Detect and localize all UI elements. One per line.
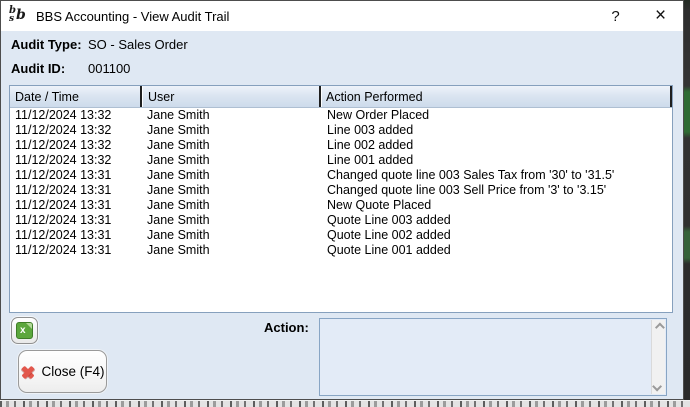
window-title: BBS Accounting - View Audit Trail xyxy=(36,9,229,24)
cell-action: Quote Line 001 added xyxy=(321,243,672,258)
screen: b s b BBS Accounting - View Audit Trail … xyxy=(0,0,690,407)
cell-user: Jane Smith xyxy=(140,123,321,138)
cell-user: Jane Smith xyxy=(140,243,321,258)
audit-type-value: SO - Sales Order xyxy=(88,37,188,52)
scroll-up-icon[interactable] xyxy=(655,323,665,333)
column-header-date-time[interactable]: Date / Time xyxy=(10,86,140,107)
excel-export-icon: x xyxy=(16,322,33,339)
cell-datetime: 11/12/2024 13:31 xyxy=(10,198,140,213)
logo-letter: s xyxy=(9,15,14,24)
cell-user: Jane Smith xyxy=(140,153,321,168)
column-header-action-performed[interactable]: Action Performed xyxy=(319,86,672,107)
cell-datetime: 11/12/2024 13:32 xyxy=(10,123,140,138)
table-row[interactable]: 11/12/2024 13:32 Jane Smith Line 003 add… xyxy=(10,123,672,138)
action-textarea[interactable] xyxy=(319,318,667,396)
cell-user: Jane Smith xyxy=(140,228,321,243)
action-label: Action: xyxy=(264,320,309,335)
audit-id-value: 001100 xyxy=(88,61,130,76)
cell-datetime: 11/12/2024 13:31 xyxy=(10,183,140,198)
cell-user: Jane Smith xyxy=(140,183,321,198)
cell-datetime: 11/12/2024 13:32 xyxy=(10,153,140,168)
close-button-label: Close (F4) xyxy=(41,364,104,379)
cell-action: Line 003 added xyxy=(321,123,672,138)
grid-header: Date / Time User Action Performed xyxy=(10,86,672,108)
cell-user: Jane Smith xyxy=(140,138,321,153)
audit-grid: Date / Time User Action Performed 11/12/… xyxy=(9,85,673,313)
table-row[interactable]: 11/12/2024 13:31 Jane Smith Quote Line 0… xyxy=(10,213,672,228)
cell-datetime: 11/12/2024 13:31 xyxy=(10,228,140,243)
cell-action: New Order Placed xyxy=(321,108,672,123)
titlebar-buttons: ? × xyxy=(593,1,683,31)
help-button[interactable]: ? xyxy=(593,1,638,31)
export-to-excel-button[interactable]: x xyxy=(11,317,38,344)
audit-trail-dialog: b s b BBS Accounting - View Audit Trail … xyxy=(0,0,684,400)
scroll-down-icon[interactable] xyxy=(652,382,662,392)
audit-id-label: Audit ID: xyxy=(11,61,65,76)
cell-datetime: 11/12/2024 13:31 xyxy=(10,168,140,183)
excel-x-letter: x xyxy=(20,325,26,337)
cell-datetime: 11/12/2024 13:32 xyxy=(10,138,140,153)
table-row[interactable]: 11/12/2024 13:31 Jane Smith Changed quot… xyxy=(10,183,672,198)
action-scrollbar[interactable] xyxy=(651,320,665,394)
title-bar: b s b BBS Accounting - View Audit Trail … xyxy=(1,1,683,31)
cell-user: Jane Smith xyxy=(140,213,321,228)
table-row[interactable]: 11/12/2024 13:31 Jane Smith New Quote Pl… xyxy=(10,198,672,213)
cell-datetime: 11/12/2024 13:32 xyxy=(10,108,140,123)
audit-type-label: Audit Type: xyxy=(11,37,82,52)
cell-user: Jane Smith xyxy=(140,108,321,123)
cell-action: Quote Line 002 added xyxy=(321,228,672,243)
page-fold xyxy=(26,323,32,329)
background-window-sliver-bottom xyxy=(0,400,690,407)
window-close-button[interactable]: × xyxy=(638,1,683,31)
close-f4-button[interactable]: Close (F4) xyxy=(18,350,107,393)
table-row[interactable]: 11/12/2024 13:31 Jane Smith Quote Line 0… xyxy=(10,243,672,258)
cell-action: Changed quote line 003 Sales Tax from '3… xyxy=(321,168,672,183)
cell-datetime: 11/12/2024 13:31 xyxy=(10,213,140,228)
table-row[interactable]: 11/12/2024 13:31 Jane Smith Changed quot… xyxy=(10,168,672,183)
cell-action: Line 002 added xyxy=(321,138,672,153)
cell-action: Changed quote line 003 Sell Price from '… xyxy=(321,183,672,198)
cell-user: Jane Smith xyxy=(140,198,321,213)
column-header-user[interactable]: User xyxy=(140,86,319,107)
cell-datetime: 11/12/2024 13:31 xyxy=(10,243,140,258)
table-row[interactable]: 11/12/2024 13:31 Jane Smith Quote Line 0… xyxy=(10,228,672,243)
table-row[interactable]: 11/12/2024 13:32 Jane Smith Line 001 add… xyxy=(10,153,672,168)
red-x-icon xyxy=(20,364,36,380)
background-window-sliver-right xyxy=(684,0,690,407)
cell-action: Quote Line 003 added xyxy=(321,213,672,228)
table-row[interactable]: 11/12/2024 13:32 Jane Smith New Order Pl… xyxy=(10,108,672,123)
cell-action: Line 001 added xyxy=(321,153,672,168)
bbs-logo-icon: b s b xyxy=(8,6,28,26)
cell-user: Jane Smith xyxy=(140,168,321,183)
cell-action: New Quote Placed xyxy=(321,198,672,213)
logo-letter: b xyxy=(16,8,26,22)
table-row[interactable]: 11/12/2024 13:32 Jane Smith Line 002 add… xyxy=(10,138,672,153)
